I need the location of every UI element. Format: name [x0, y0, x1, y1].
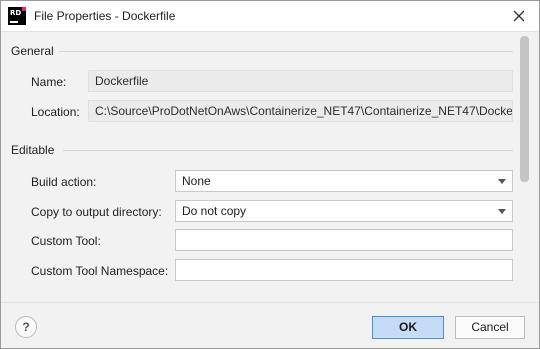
custom-tool-namespace-input[interactable]: [175, 259, 513, 281]
build-action-value: None: [182, 174, 211, 188]
custom-tool-namespace-label: Custom Tool Namespace:: [31, 264, 169, 278]
section-editable-divider: [63, 150, 513, 151]
custom-tool-label: Custom Tool:: [31, 234, 101, 248]
rider-logo-icon: RD: [8, 7, 26, 25]
location-label: Location:: [31, 105, 80, 119]
help-icon: ?: [22, 320, 30, 334]
chevron-down-icon: [498, 179, 506, 184]
help-button[interactable]: ?: [15, 316, 37, 338]
section-general-divider: [59, 51, 513, 52]
copy-to-output-value: Do not copy: [182, 204, 247, 218]
ok-button[interactable]: OK: [372, 316, 444, 339]
title-bar: RD File Properties - Dockerfile: [1, 1, 539, 32]
build-action-select[interactable]: None: [175, 170, 513, 192]
close-button[interactable]: [509, 6, 529, 26]
app-logo-bar: [10, 21, 18, 23]
name-value: Dockerfile: [88, 70, 513, 92]
close-icon: [513, 10, 525, 22]
dialog-footer: ? OK Cancel: [1, 302, 539, 348]
location-value: C:\Source\ProDotNetOnAws\Containerize_NE…: [88, 100, 513, 122]
section-general-title: General: [11, 44, 54, 58]
chevron-down-icon: [498, 209, 506, 214]
build-action-label: Build action:: [31, 175, 97, 189]
app-logo-text: RD: [10, 9, 22, 17]
name-label: Name:: [31, 75, 67, 89]
copy-to-output-select[interactable]: Do not copy: [175, 200, 513, 222]
window-title: File Properties - Dockerfile: [34, 9, 176, 23]
custom-tool-input[interactable]: [175, 229, 513, 251]
copy-to-output-label: Copy to output directory:: [31, 205, 162, 219]
app-logo-accent: [22, 7, 26, 11]
vertical-scrollbar[interactable]: [520, 36, 529, 182]
cancel-button[interactable]: Cancel: [455, 316, 525, 339]
section-editable-title: Editable: [11, 143, 55, 157]
properties-panel: General Name: Dockerfile Location: C:\So…: [1, 32, 539, 302]
file-properties-dialog: RD File Properties - Dockerfile General …: [0, 0, 540, 349]
